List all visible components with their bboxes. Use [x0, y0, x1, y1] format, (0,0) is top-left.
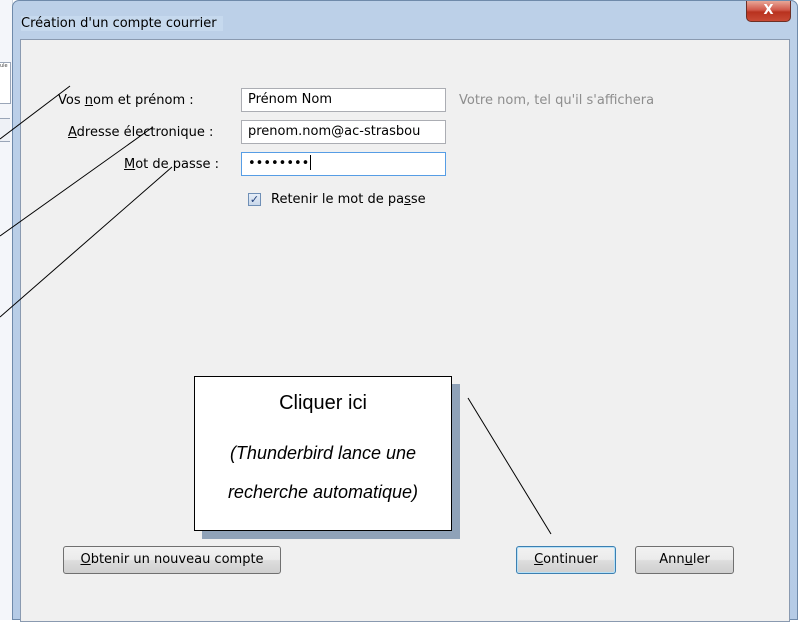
- get-new-account-button[interactable]: Obtenir un nouveau compte: [63, 546, 281, 574]
- checkmark-icon: ✓: [249, 193, 260, 206]
- continue-button[interactable]: Continuer: [516, 546, 616, 574]
- email-field[interactable]: prenom.nom@ac-strasbou: [241, 120, 446, 144]
- callout-line-1: (Thunderbird lance une: [229, 443, 417, 463]
- background-window-fragment: ule: [0, 62, 11, 104]
- remember-password-label[interactable]: Retenir le mot de passe: [271, 192, 426, 207]
- dialog-title: Création d'un compte courrier: [21, 16, 223, 31]
- close-icon: X: [763, 3, 774, 18]
- callout-line-2: recherche automatique): [227, 482, 419, 502]
- email-label: Adresse électronique :: [68, 125, 214, 140]
- password-field[interactable]: ••••••••: [241, 152, 446, 176]
- text-caret: [310, 155, 312, 170]
- name-label: Vos nom et prénom :: [58, 93, 194, 108]
- password-value: ••••••••: [248, 156, 310, 171]
- name-hint: Votre nom, tel qu'il s'affichera: [459, 93, 655, 108]
- name-field[interactable]: Prénom Nom: [241, 88, 446, 112]
- title-bar[interactable]: Création d'un compte courrier X: [13, 1, 797, 39]
- remember-password-checkbox[interactable]: ✓: [248, 193, 261, 206]
- cancel-button[interactable]: Annuler: [635, 546, 734, 574]
- background-window-strip: [0, 118, 10, 142]
- callout-title: Cliquer ici: [279, 392, 367, 414]
- password-label: Mot de passe :: [124, 157, 220, 172]
- close-button[interactable]: X: [746, 1, 791, 22]
- callout-box: Cliquer ici (Thunderbird lance une reche…: [194, 376, 452, 531]
